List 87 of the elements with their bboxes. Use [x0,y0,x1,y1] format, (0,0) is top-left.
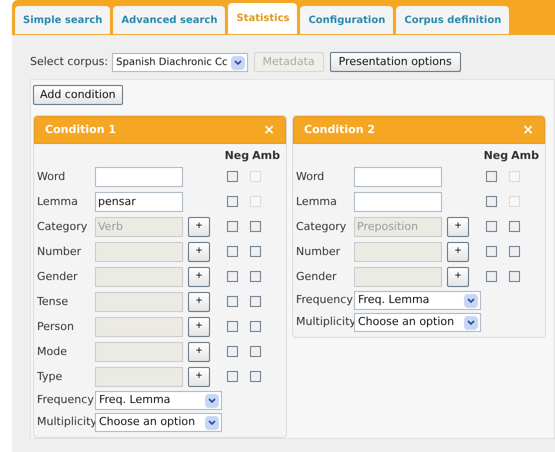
checkbox[interactable] [250,371,261,382]
field-label: Multiplicity [37,414,95,430]
add-value-button[interactable]: + [447,266,469,287]
checkbox[interactable] [250,296,261,308]
corpus-dropdown[interactable]: Spanish Diachronic Cc [112,52,248,72]
add-value-button[interactable]: + [447,216,469,237]
add-value-button[interactable]: + [447,242,469,262]
amb-header: Amb [252,148,280,164]
checkbox[interactable] [250,246,261,258]
text-field[interactable]: pensar [95,192,183,212]
field-label: Lemma [296,194,338,210]
dropdown[interactable]: Choose an option [354,312,481,332]
tab[interactable]: Configuration [300,6,394,34]
presentation-options-button[interactable]: Presentation options [330,52,461,72]
text-field[interactable] [354,192,442,212]
category-field[interactable] [95,316,183,337]
checkbox[interactable] [227,296,238,308]
category-field[interactable] [354,266,442,287]
add-value-button[interactable]: + [188,266,210,287]
field-label: Frequency [37,392,95,408]
chevron-down-icon [464,294,478,308]
field-label: Number [296,244,342,260]
field-label: Multiplicity [296,314,354,330]
category-field[interactable] [354,242,442,262]
checkbox[interactable] [509,271,520,282]
field-label: Person [37,318,75,334]
checkbox[interactable] [250,221,261,232]
field-label: Category [296,218,348,234]
checkbox[interactable] [227,171,238,182]
text-field[interactable] [95,166,183,187]
checkbox[interactable] [227,221,238,232]
checkbox[interactable] [486,221,497,232]
checkbox[interactable] [486,271,497,282]
category-field[interactable] [95,266,183,287]
condition-title: Condition 1 [45,122,116,138]
chevron-down-icon [230,56,245,70]
field-label: Gender [37,268,79,284]
add-value-button[interactable]: + [188,216,210,237]
field-label: Mode [37,344,68,360]
checkbox[interactable] [486,196,497,208]
add-value-button[interactable]: + [188,292,210,312]
dropdown[interactable]: Freq. Lemma [354,290,481,310]
category-field[interactable] [95,242,183,262]
field-label: Word [296,168,326,184]
checkbox[interactable] [227,321,238,332]
corpus-label: Select corpus: [30,54,108,70]
checkbox[interactable] [227,196,238,208]
checkbox[interactable] [227,271,238,282]
checkbox[interactable] [509,221,520,232]
chevron-down-icon [205,416,219,430]
add-value-button[interactable]: + [188,342,210,362]
field-label: Gender [296,268,338,284]
field-label: Category [37,218,88,234]
tab[interactable]: Corpus definition [396,6,510,34]
field-label: Frequency [296,292,354,308]
checkbox[interactable] [227,371,238,382]
tab[interactable]: Advanced search [113,6,226,34]
chevron-down-icon [205,394,219,408]
checkbox[interactable] [227,246,238,258]
add-value-button[interactable]: + [188,316,210,337]
category-field[interactable] [95,292,183,312]
field-label: Number [37,244,82,260]
tab[interactable]: Simple search [15,6,110,34]
checkbox[interactable] [250,321,261,332]
checkbox[interactable] [250,346,261,358]
category-field[interactable] [95,342,183,362]
text-field[interactable] [354,166,442,187]
field-label: Tense [37,294,70,310]
checkbox[interactable] [486,246,497,258]
dropdown[interactable]: Choose an option [95,412,222,432]
dropdown[interactable]: Freq. Lemma [95,390,222,410]
checkbox[interactable] [250,271,261,282]
neg-header: Neg [484,148,508,164]
amb-header: Amb [511,148,539,164]
chevron-down-icon [464,316,478,330]
add-value-button[interactable]: + [188,366,210,387]
field-label: Lemma [37,194,79,210]
add-value-button[interactable]: + [188,242,210,262]
field-label: Type [37,368,64,384]
field-label: Word [37,168,66,184]
neg-header: Neg [224,148,250,164]
checkbox[interactable] [486,171,497,182]
add-condition-button[interactable]: Add condition [33,85,123,106]
category-field[interactable] [95,366,183,387]
condition-title: Condition 2 [304,122,376,138]
checkbox[interactable] [227,346,238,358]
checkbox[interactable] [509,246,520,258]
